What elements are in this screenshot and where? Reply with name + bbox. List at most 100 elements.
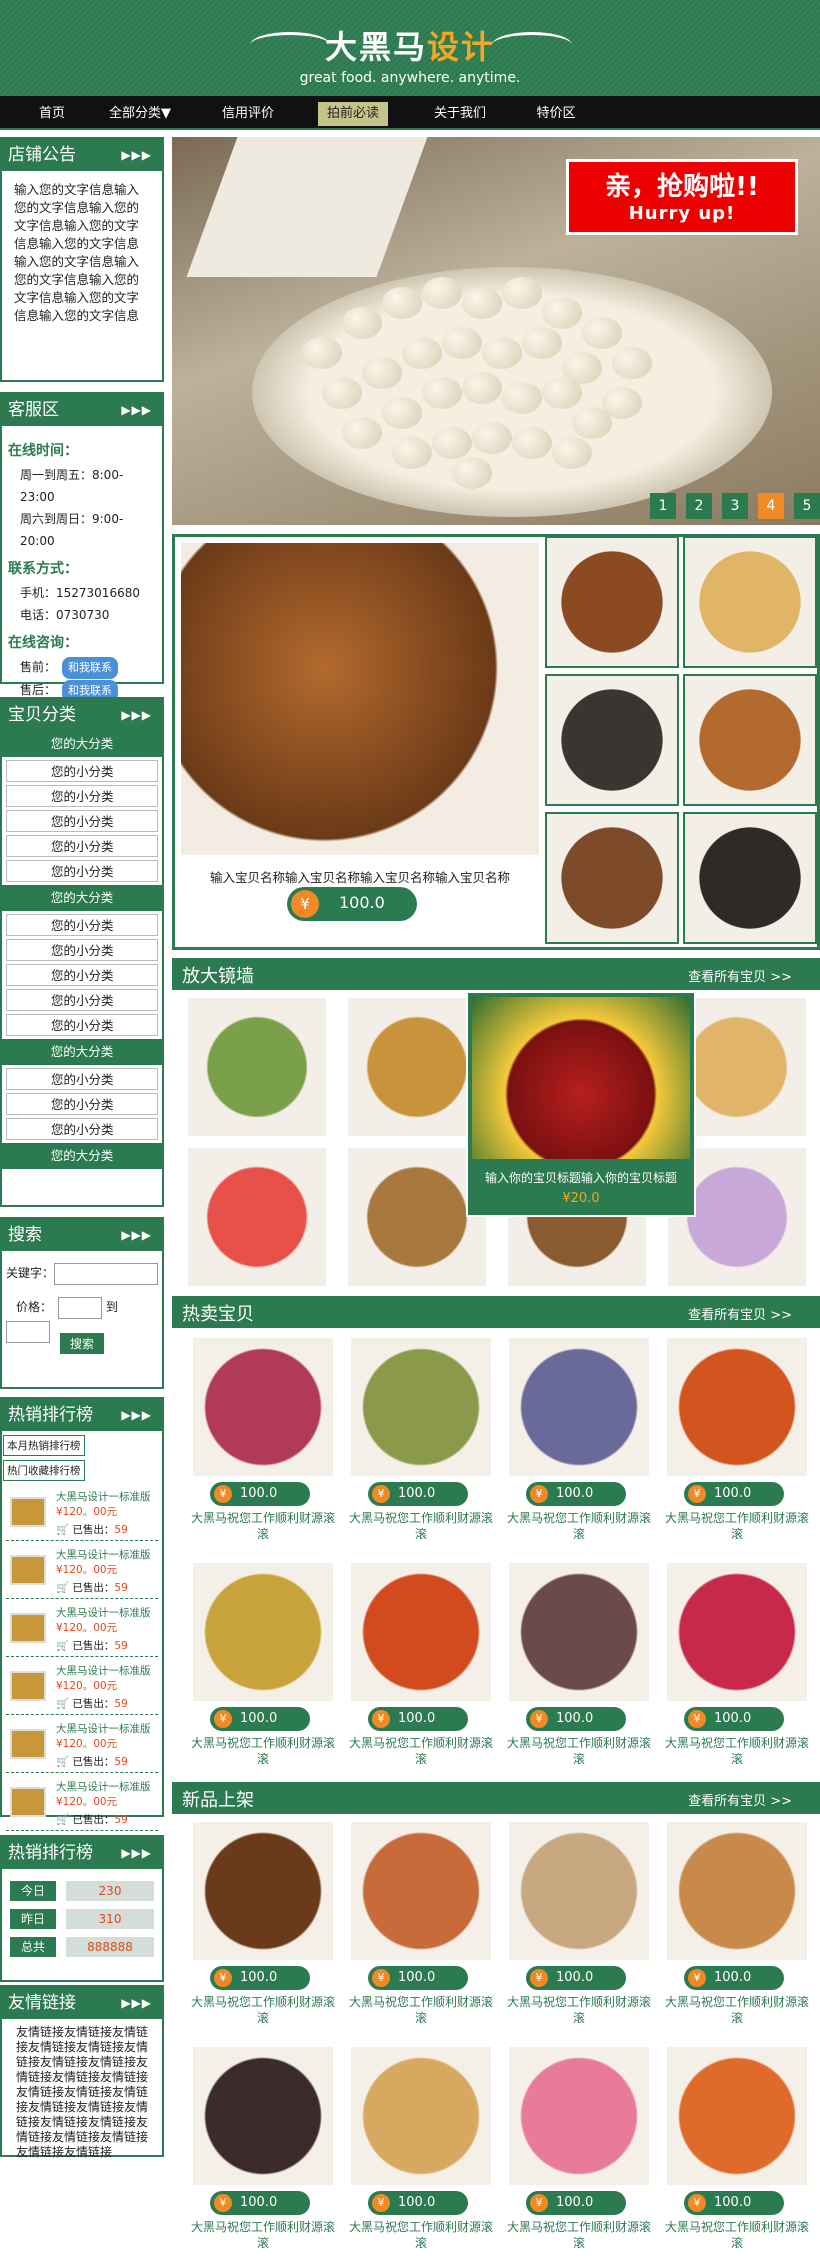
- hot-view-all-link[interactable]: 查看所有宝贝 >>: [688, 1304, 792, 1323]
- hot-rank-item[interactable]: 大黑马设计一标准版 ¥120。00元 🛒 已售出：59: [6, 1541, 158, 1599]
- product-card[interactable]: ¥100.0 大黑马祝您工作顺利财源滚滚: [346, 1563, 496, 1767]
- product-card[interactable]: ¥100.0 大黑马祝您工作顺利财源滚滚: [346, 2047, 496, 2251]
- product-image[interactable]: [667, 2047, 807, 2185]
- product-image[interactable]: [193, 2047, 333, 2185]
- category-small-item[interactable]: 您的小分类: [6, 1118, 158, 1140]
- keyword-input[interactable]: [54, 1262, 159, 1285]
- product-name[interactable]: 大黑马祝您工作顺利财源滚滚: [346, 2219, 496, 2251]
- promo-banner[interactable]: 亲，抢购啦!! Hurry up! 1 2 3 4 5: [172, 137, 820, 525]
- product-image[interactable]: [351, 1822, 491, 1960]
- product-card[interactable]: ¥100.0 大黑马祝您工作顺利财源滚滚: [662, 2047, 812, 2251]
- hot-rank-item[interactable]: 大黑马设计一标准版 ¥120。00元 🛒 已售出：59: [6, 1483, 158, 1541]
- nav-about-us[interactable]: 关于我们: [424, 102, 496, 126]
- nav-all-categories[interactable]: 全部分类▼: [100, 102, 180, 126]
- friend-links-text[interactable]: 友情链接友情链接友情链接友情链接友情链接友情链接友情链接友情链接友情链接友情链接…: [2, 2019, 162, 2166]
- product-card[interactable]: ¥100.0 大黑马祝您工作顺利财源滚滚: [346, 1822, 496, 2026]
- banner-page-3[interactable]: 3: [722, 493, 748, 519]
- tab-popular-favorites[interactable]: 热门收藏排行榜: [3, 1460, 85, 1481]
- price-min-input[interactable]: [58, 1296, 103, 1319]
- category-small-item[interactable]: 您的小分类: [6, 1014, 158, 1036]
- product-card[interactable]: ¥100.0 大黑马祝您工作顺利财源滚滚: [504, 1563, 654, 1767]
- product-image[interactable]: [667, 1563, 807, 1701]
- category-small-item[interactable]: 您的小分类: [6, 860, 158, 882]
- category-big-item[interactable]: 您的大分类: [2, 731, 162, 757]
- tab-monthly-hot[interactable]: 本月热销排行榜: [3, 1435, 85, 1456]
- new-view-all-link[interactable]: 查看所有宝贝 >>: [688, 1790, 792, 1809]
- product-name[interactable]: 大黑马祝您工作顺利财源滚滚: [504, 1735, 654, 1767]
- product-name[interactable]: 大黑马祝您工作顺利财源滚滚: [662, 2219, 812, 2251]
- product-image[interactable]: [509, 2047, 649, 2185]
- product-name[interactable]: 大黑马祝您工作顺利财源滚滚: [504, 2219, 654, 2251]
- category-small-item[interactable]: 您的小分类: [6, 810, 158, 832]
- category-small-item[interactable]: 您的小分类: [6, 939, 158, 961]
- expand-arrows-icon[interactable]: ▶▶▶: [121, 1399, 152, 1431]
- product-name[interactable]: 大黑马祝您工作顺利财源滚滚: [662, 1510, 812, 1542]
- banner-page-2[interactable]: 2: [686, 493, 712, 519]
- product-card[interactable]: ¥100.0 大黑马祝您工作顺利财源滚滚: [662, 1563, 812, 1767]
- banner-page-4[interactable]: 4: [758, 493, 784, 519]
- magnify-view-all-link[interactable]: 查看所有宝贝 >>: [688, 966, 792, 985]
- magnify-product-image[interactable]: [188, 998, 326, 1136]
- product-name[interactable]: 大黑马祝您工作顺利财源滚滚: [504, 1510, 654, 1542]
- product-card[interactable]: ¥100.0 大黑马祝您工作顺利财源滚滚: [188, 1563, 338, 1767]
- product-name[interactable]: 大黑马祝您工作顺利财源滚滚: [662, 1735, 812, 1767]
- product-image[interactable]: [351, 1338, 491, 1476]
- product-name[interactable]: 大黑马祝您工作顺利财源滚滚: [504, 1994, 654, 2026]
- hot-rank-item[interactable]: 大黑马设计一标准版 ¥120。00元 🛒 已售出：59: [6, 1715, 158, 1773]
- product-image[interactable]: [351, 2047, 491, 2185]
- category-small-item[interactable]: 您的小分类: [6, 1093, 158, 1115]
- shop-logo[interactable]: 大黑马设计 great food. anywhere. anytime.: [250, 22, 570, 86]
- category-small-item[interactable]: 您的小分类: [6, 914, 158, 936]
- product-card[interactable]: ¥100.0 大黑马祝您工作顺利财源滚滚: [662, 1822, 812, 2026]
- nav-credit-rating[interactable]: 信用评价: [212, 102, 284, 126]
- featured-thumb[interactable]: [545, 812, 679, 944]
- category-big-item[interactable]: 您的大分类: [2, 885, 162, 911]
- expand-arrows-icon[interactable]: ▶▶▶: [121, 1837, 152, 1869]
- nav-home[interactable]: 首页: [30, 102, 74, 126]
- magnify-hover-card[interactable]: 输入你的宝贝标题输入你的宝贝标题 ¥20.0: [466, 991, 696, 1217]
- banner-page-5[interactable]: 5: [794, 493, 820, 519]
- product-card[interactable]: ¥100.0 大黑马祝您工作顺利财源滚滚: [188, 2047, 338, 2251]
- product-name[interactable]: 大黑马祝您工作顺利财源滚滚: [346, 1510, 496, 1542]
- product-image[interactable]: [667, 1338, 807, 1476]
- product-name[interactable]: 大黑马祝您工作顺利财源滚滚: [346, 1735, 496, 1767]
- price-max-input[interactable]: [6, 1320, 50, 1343]
- featured-product-title[interactable]: 输入宝贝名称输入宝贝名称输入宝贝名称输入宝贝名称: [181, 867, 539, 886]
- product-card[interactable]: ¥100.0 大黑马祝您工作顺利财源滚滚: [504, 1822, 654, 2026]
- expand-arrows-icon[interactable]: ▶▶▶: [121, 394, 152, 426]
- search-button[interactable]: 搜索: [59, 1333, 104, 1354]
- product-name[interactable]: 大黑马祝您工作顺利财源滚滚: [188, 1510, 338, 1542]
- featured-thumb[interactable]: [683, 812, 817, 944]
- product-image[interactable]: [193, 1338, 333, 1476]
- product-name[interactable]: 大黑马祝您工作顺利财源滚滚: [188, 1735, 338, 1767]
- category-big-item[interactable]: 您的大分类: [2, 1143, 162, 1169]
- category-small-item[interactable]: 您的小分类: [6, 760, 158, 782]
- product-image[interactable]: [193, 1822, 333, 1960]
- product-name[interactable]: 大黑马祝您工作顺利财源滚滚: [188, 2219, 338, 2251]
- product-name[interactable]: 大黑马祝您工作顺利财源滚滚: [346, 1994, 496, 2026]
- product-image[interactable]: [193, 1563, 333, 1701]
- expand-arrows-icon[interactable]: ▶▶▶: [121, 1987, 152, 2019]
- featured-product-image[interactable]: [181, 543, 539, 855]
- product-image[interactable]: [509, 1563, 649, 1701]
- hot-rank-item[interactable]: 大黑马设计一标准版 ¥120。00元 🛒 已售出：59: [6, 1599, 158, 1657]
- product-image[interactable]: [351, 1563, 491, 1701]
- category-small-item[interactable]: 您的小分类: [6, 964, 158, 986]
- nav-special-offers[interactable]: 特价区: [528, 102, 584, 126]
- category-small-item[interactable]: 您的小分类: [6, 785, 158, 807]
- magnify-product-image[interactable]: [188, 1148, 326, 1286]
- hot-rank-item[interactable]: 大黑马设计一标准版 ¥120。00元 🛒 已售出：59: [6, 1773, 158, 1831]
- expand-arrows-icon[interactable]: ▶▶▶: [121, 139, 152, 171]
- category-small-item[interactable]: 您的小分类: [6, 989, 158, 1011]
- expand-arrows-icon[interactable]: ▶▶▶: [121, 1219, 152, 1251]
- category-big-item[interactable]: 您的大分类: [2, 1039, 162, 1065]
- nav-read-before-buy[interactable]: 拍前必读: [318, 102, 388, 126]
- featured-thumb[interactable]: [683, 536, 817, 668]
- product-image[interactable]: [509, 1822, 649, 1960]
- featured-thumb[interactable]: [545, 674, 679, 806]
- product-card[interactable]: ¥100.0 大黑马祝您工作顺利财源滚滚: [504, 1338, 654, 1542]
- product-image[interactable]: [667, 1822, 807, 1960]
- hot-rank-item[interactable]: 大黑马设计一标准版 ¥120。00元 🛒 已售出：59: [6, 1657, 158, 1715]
- category-small-item[interactable]: 您的小分类: [6, 1068, 158, 1090]
- product-card[interactable]: ¥100.0 大黑马祝您工作顺利财源滚滚: [346, 1338, 496, 1542]
